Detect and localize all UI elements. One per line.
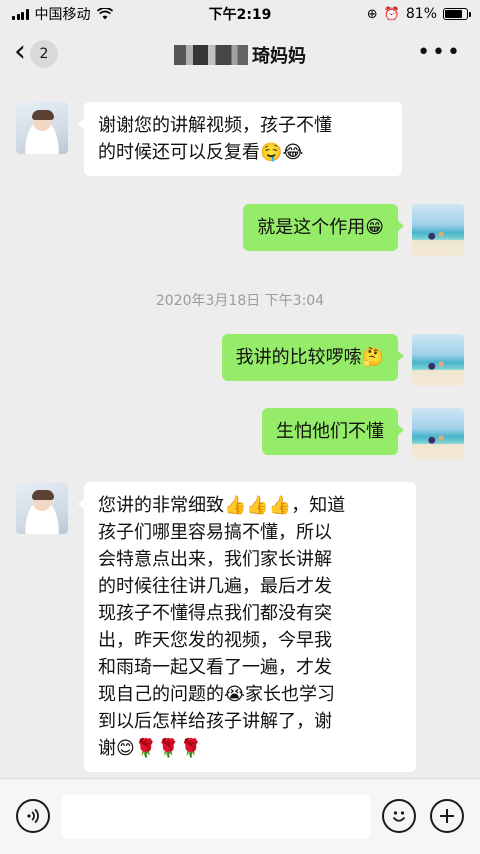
battery-icon: [443, 8, 471, 20]
more-dots-icon: •••: [417, 40, 462, 65]
my-avatar[interactable]: [412, 334, 464, 386]
wifi-icon: [96, 8, 113, 20]
my-avatar[interactable]: [412, 408, 464, 460]
status-bar: 中国移动 下午2:19 ⊕ ⏰ 81%: [0, 0, 480, 28]
battery-percent: 81%: [405, 6, 437, 22]
alarm-icon: ⏰: [383, 6, 400, 22]
voice-button[interactable]: [16, 799, 50, 833]
message-input[interactable]: [62, 795, 370, 839]
contact-avatar[interactable]: [16, 482, 68, 534]
chat-area[interactable]: 谢谢您的讲解视频，孩子不懂 的时候还可以反复看🤤😂 就是这个作用😁 2020年3…: [0, 80, 480, 778]
chat-timestamp: 2020年3月18日 下午3:04: [155, 293, 325, 309]
signal-icon: [12, 8, 29, 20]
message-bubble-outgoing[interactable]: 生怕他们不懂: [262, 408, 404, 455]
redacted-name-block: [174, 45, 248, 65]
plus-button[interactable]: [430, 799, 464, 833]
message-bubble-incoming[interactable]: 您讲的非常细致👍👍👍，知道 孩子们哪里容易搞不懂，所以 会特意点出来，我们家长讲…: [78, 482, 416, 772]
message-bubble-outgoing[interactable]: 就是这个作用😁: [243, 204, 404, 251]
battery-fill: [445, 10, 462, 18]
contact-avatar[interactable]: [16, 102, 68, 154]
plus-icon: [440, 809, 454, 823]
message-bubble-incoming[interactable]: 谢谢您的讲解视频，孩子不懂 的时候还可以反复看🤤😂: [78, 102, 402, 176]
chat-title: 琦妈妈: [0, 42, 480, 68]
orientation-lock-icon: ⊕: [366, 6, 378, 22]
voice-icon: [27, 808, 39, 824]
emoji-button[interactable]: [382, 799, 416, 833]
nav-bar: ‹ 2 琦妈妈 •••: [0, 28, 480, 80]
message-bubble-outgoing[interactable]: 我讲的比较啰嗦🤔: [221, 334, 405, 381]
my-avatar[interactable]: [412, 204, 464, 256]
carrier-label: 中国移动: [34, 7, 91, 23]
input-bar: [0, 778, 480, 854]
clock: 下午2:19: [208, 7, 272, 23]
more-button[interactable]: •••: [417, 42, 462, 64]
emoji-icon: [392, 811, 406, 822]
